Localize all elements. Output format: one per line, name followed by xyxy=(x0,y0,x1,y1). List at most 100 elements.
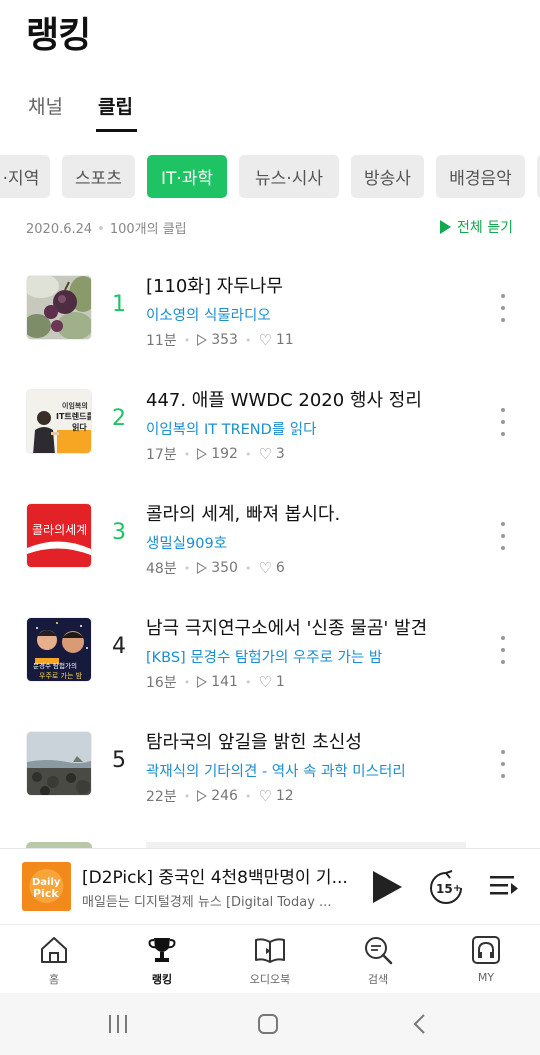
audiobook-icon xyxy=(255,938,285,963)
search-icon xyxy=(365,937,393,965)
trophy-icon xyxy=(148,938,176,962)
list-item[interactable]: 1 [110화] 자두나무 이소영의 식물라디오 11분 • 353 • ♡ 1… xyxy=(0,262,540,376)
home-circle-icon xyxy=(258,1014,278,1034)
cover-text-line-2: IT트렌드를 xyxy=(56,411,92,421)
heart-icon: ♡ xyxy=(258,559,272,577)
heart-icon: ♡ xyxy=(258,787,272,805)
duration: 16분 xyxy=(146,675,177,691)
category-chip-region[interactable]: ·지역 xyxy=(0,155,50,198)
heart-icon: ♡ xyxy=(258,331,272,349)
skip-seconds: 15 xyxy=(436,882,453,896)
play-count-icon xyxy=(197,790,208,802)
play-all-button[interactable]: 전체 듣기 xyxy=(440,217,513,237)
nav-home[interactable]: 홈 xyxy=(0,925,108,994)
more-options-icon[interactable] xyxy=(496,408,510,436)
duration: 17분 xyxy=(146,447,177,463)
bottom-navigation: 홈 랭킹 오디오북 검색 MY xyxy=(0,924,540,993)
tab-clip[interactable]: 클립 xyxy=(98,92,133,119)
player-title: [D2Pick] 중국인 4천8백만명이 기... xyxy=(82,868,348,888)
playlist-icon[interactable] xyxy=(488,873,520,901)
rank-number: 4 xyxy=(112,634,126,659)
clip-stats: 17분 • 192 • ♡ 3 xyxy=(146,444,285,464)
page-title: 랭킹 xyxy=(26,15,91,56)
mini-player[interactable]: Daily Pick [D2Pick] 중국인 4천8백만명이 기... 매일듣… xyxy=(0,848,540,924)
daily-pick-thumbnail: Daily Pick xyxy=(22,862,71,911)
space-night-cover-thumbnail: 문경수 탐험가의 우주로 가는 밤 xyxy=(26,617,92,682)
cover-text-line-1: 문경수 탐험가의 xyxy=(33,661,77,670)
meta-separator: • xyxy=(97,222,105,237)
nav-label: MY xyxy=(477,971,495,984)
list-item[interactable]: 콜라의세계 3 콜라의 세계, 빠져 봅시다. 생밀실909호 48분 • 35… xyxy=(0,490,540,604)
heart-icon: ♡ xyxy=(258,673,272,691)
cover-text-line-2: 우주로 가는 밤 xyxy=(39,671,83,680)
home-system-button[interactable] xyxy=(228,993,308,1055)
nav-search[interactable]: 검색 xyxy=(324,925,432,994)
clip-stats: 16분 • 141 • ♡ 1 xyxy=(146,672,285,692)
category-chip-it-science[interactable]: IT·과학 xyxy=(147,155,227,198)
nav-label: 홈 xyxy=(48,973,60,986)
back-button[interactable] xyxy=(380,993,460,1055)
duration: 11분 xyxy=(146,333,177,349)
channel-link[interactable]: 곽재식의 기타의견 - 역사 속 과학 미스터리 xyxy=(146,760,406,781)
more-options-icon[interactable] xyxy=(496,294,510,322)
like-count: 3 xyxy=(275,446,285,462)
clip-title: 447. 애플 WWDC 2020 행사 정리 xyxy=(146,390,422,411)
more-options-icon[interactable] xyxy=(496,522,510,550)
dot-separator: • xyxy=(183,447,191,461)
nav-label: 검색 xyxy=(367,973,389,986)
tab-channel[interactable]: 채널 xyxy=(28,92,63,119)
back-chevron-icon xyxy=(413,1014,425,1034)
play-count: 353 xyxy=(211,332,238,348)
heart-icon: ♡ xyxy=(258,445,272,463)
dot-separator: • xyxy=(183,675,191,689)
category-chip-bgm[interactable]: 배경음악 xyxy=(436,155,525,198)
meta-date: 2020.6.24 xyxy=(26,222,93,237)
play-button[interactable] xyxy=(373,871,402,903)
nav-ranking[interactable]: 랭킹 xyxy=(108,925,216,994)
dot-separator: • xyxy=(244,675,252,689)
category-chip-broadcaster[interactable]: 방송사 xyxy=(351,155,424,198)
play-count: 246 xyxy=(211,788,238,804)
recent-apps-icon xyxy=(109,1015,127,1033)
cover-text-line-1: 이임복의 xyxy=(62,401,88,410)
channel-link[interactable]: 이소영의 식물라디오 xyxy=(146,304,271,325)
list-meta: 2020.6.24 • 100개의 클립 xyxy=(26,218,187,237)
cover-text-line-3: 읽다 xyxy=(72,422,87,432)
list-item[interactable]: 이임복의 IT트렌드를 읽다 2 447. 애플 WWDC 2020 행사 정리… xyxy=(0,376,540,490)
category-chip-bar: ·지역 스포츠 IT·과학 뉴스·시사 방송사 배경음악 xyxy=(0,155,540,199)
like-count: 12 xyxy=(275,788,294,804)
headphones-icon xyxy=(472,936,500,964)
meta-count: 100개의 클립 xyxy=(109,222,187,237)
clip-stats: 48분 • 350 • ♡ 6 xyxy=(146,558,285,578)
clip-stats: 11분 • 353 • ♡ 11 xyxy=(146,330,294,350)
play-count-icon xyxy=(197,676,208,688)
channel-link[interactable]: 생밀실909호 xyxy=(146,532,227,553)
dot-separator: • xyxy=(244,561,252,575)
recent-apps-button[interactable] xyxy=(78,993,158,1055)
rank-number: 5 xyxy=(112,748,126,773)
clip-stats: 22분 • 246 • ♡ 12 xyxy=(146,786,294,806)
thumb-text-pick: Pick xyxy=(33,887,59,900)
channel-link[interactable]: [KBS] 문경수 탐험가의 우주로 가는 밤 xyxy=(146,646,382,667)
category-chip-news[interactable]: 뉴스·시사 xyxy=(239,155,339,198)
duration: 48분 xyxy=(146,561,177,577)
cover-text: 콜라의세계 xyxy=(32,523,87,537)
dot-separator: • xyxy=(183,561,191,575)
more-options-icon[interactable] xyxy=(496,636,510,664)
list-item[interactable]: 5 탐라국의 앞길을 밝힌 초신성 곽재식의 기타의견 - 역사 속 과학 미스… xyxy=(0,718,540,832)
nav-audiobook[interactable]: 오디오북 xyxy=(216,925,324,994)
tab-active-indicator xyxy=(96,129,137,132)
more-options-icon[interactable] xyxy=(496,750,510,778)
play-count-icon xyxy=(197,334,208,346)
clip-title: 탐라국의 앞길을 밝힌 초신성 xyxy=(146,732,362,753)
nav-label: 랭킹 xyxy=(151,973,173,986)
nav-my[interactable]: MY xyxy=(432,925,540,994)
nav-label: 오디오북 xyxy=(249,973,291,986)
list-item[interactable]: 문경수 탐험가의 우주로 가는 밤 4 남극 극지연구소에서 '신종 물곰' 발… xyxy=(0,604,540,718)
coast-photo-thumbnail xyxy=(26,731,92,796)
category-chip-sports[interactable]: 스포츠 xyxy=(62,155,135,198)
play-count-icon xyxy=(197,448,208,460)
channel-link[interactable]: 이임복의 IT TREND를 읽다 xyxy=(146,418,316,439)
skip-forward-15-button[interactable]: 15 + xyxy=(428,870,464,906)
dot-separator: • xyxy=(183,333,191,347)
